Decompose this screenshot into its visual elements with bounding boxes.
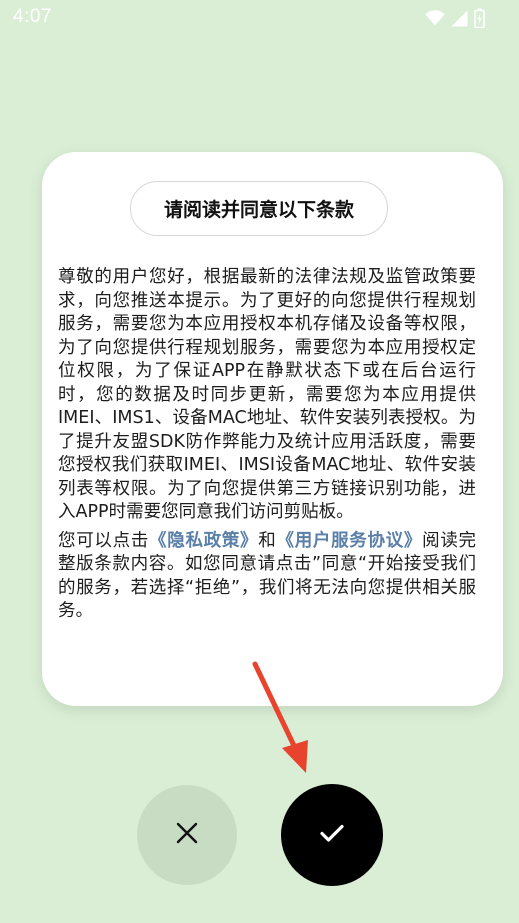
reject-button[interactable] xyxy=(137,785,237,885)
status-time: 4:07 xyxy=(13,6,52,27)
user-agreement-link[interactable]: 《用户服务协议》 xyxy=(276,531,422,551)
status-bar: 4:07 xyxy=(0,0,519,36)
battery-icon xyxy=(474,8,485,28)
accept-button[interactable] xyxy=(281,784,383,886)
check-icon xyxy=(319,823,345,847)
links-prefix-text: 您可以点击 xyxy=(58,530,150,551)
links-and-text: 和 xyxy=(258,530,277,551)
privacy-policy-link[interactable]: 《隐私政策》 xyxy=(149,531,258,551)
consent-links-paragraph: 您可以点击《隐私政策》和《用户服务协议》阅读完整版条款内容。如您同意请点击”同意… xyxy=(58,530,476,624)
dialog-title: 请阅读并同意以下条款 xyxy=(130,181,388,236)
signal-icon xyxy=(451,10,468,27)
status-icons xyxy=(425,7,485,29)
consent-dialog: 请阅读并同意以下条款 尊敬的用户您好，根据最新的法律法规及监管政策要求，向您推送… xyxy=(42,152,503,706)
navigation-bar xyxy=(0,900,519,923)
close-icon xyxy=(175,821,199,849)
dialog-body: 尊敬的用户您好，根据最新的法律法规及监管政策要求，向您推送本提示。为了更好的向您… xyxy=(58,266,476,624)
wifi-icon xyxy=(425,10,445,26)
consent-paragraph: 尊敬的用户您好，根据最新的法律法规及监管政策要求，向您推送本提示。为了更好的向您… xyxy=(58,267,476,522)
